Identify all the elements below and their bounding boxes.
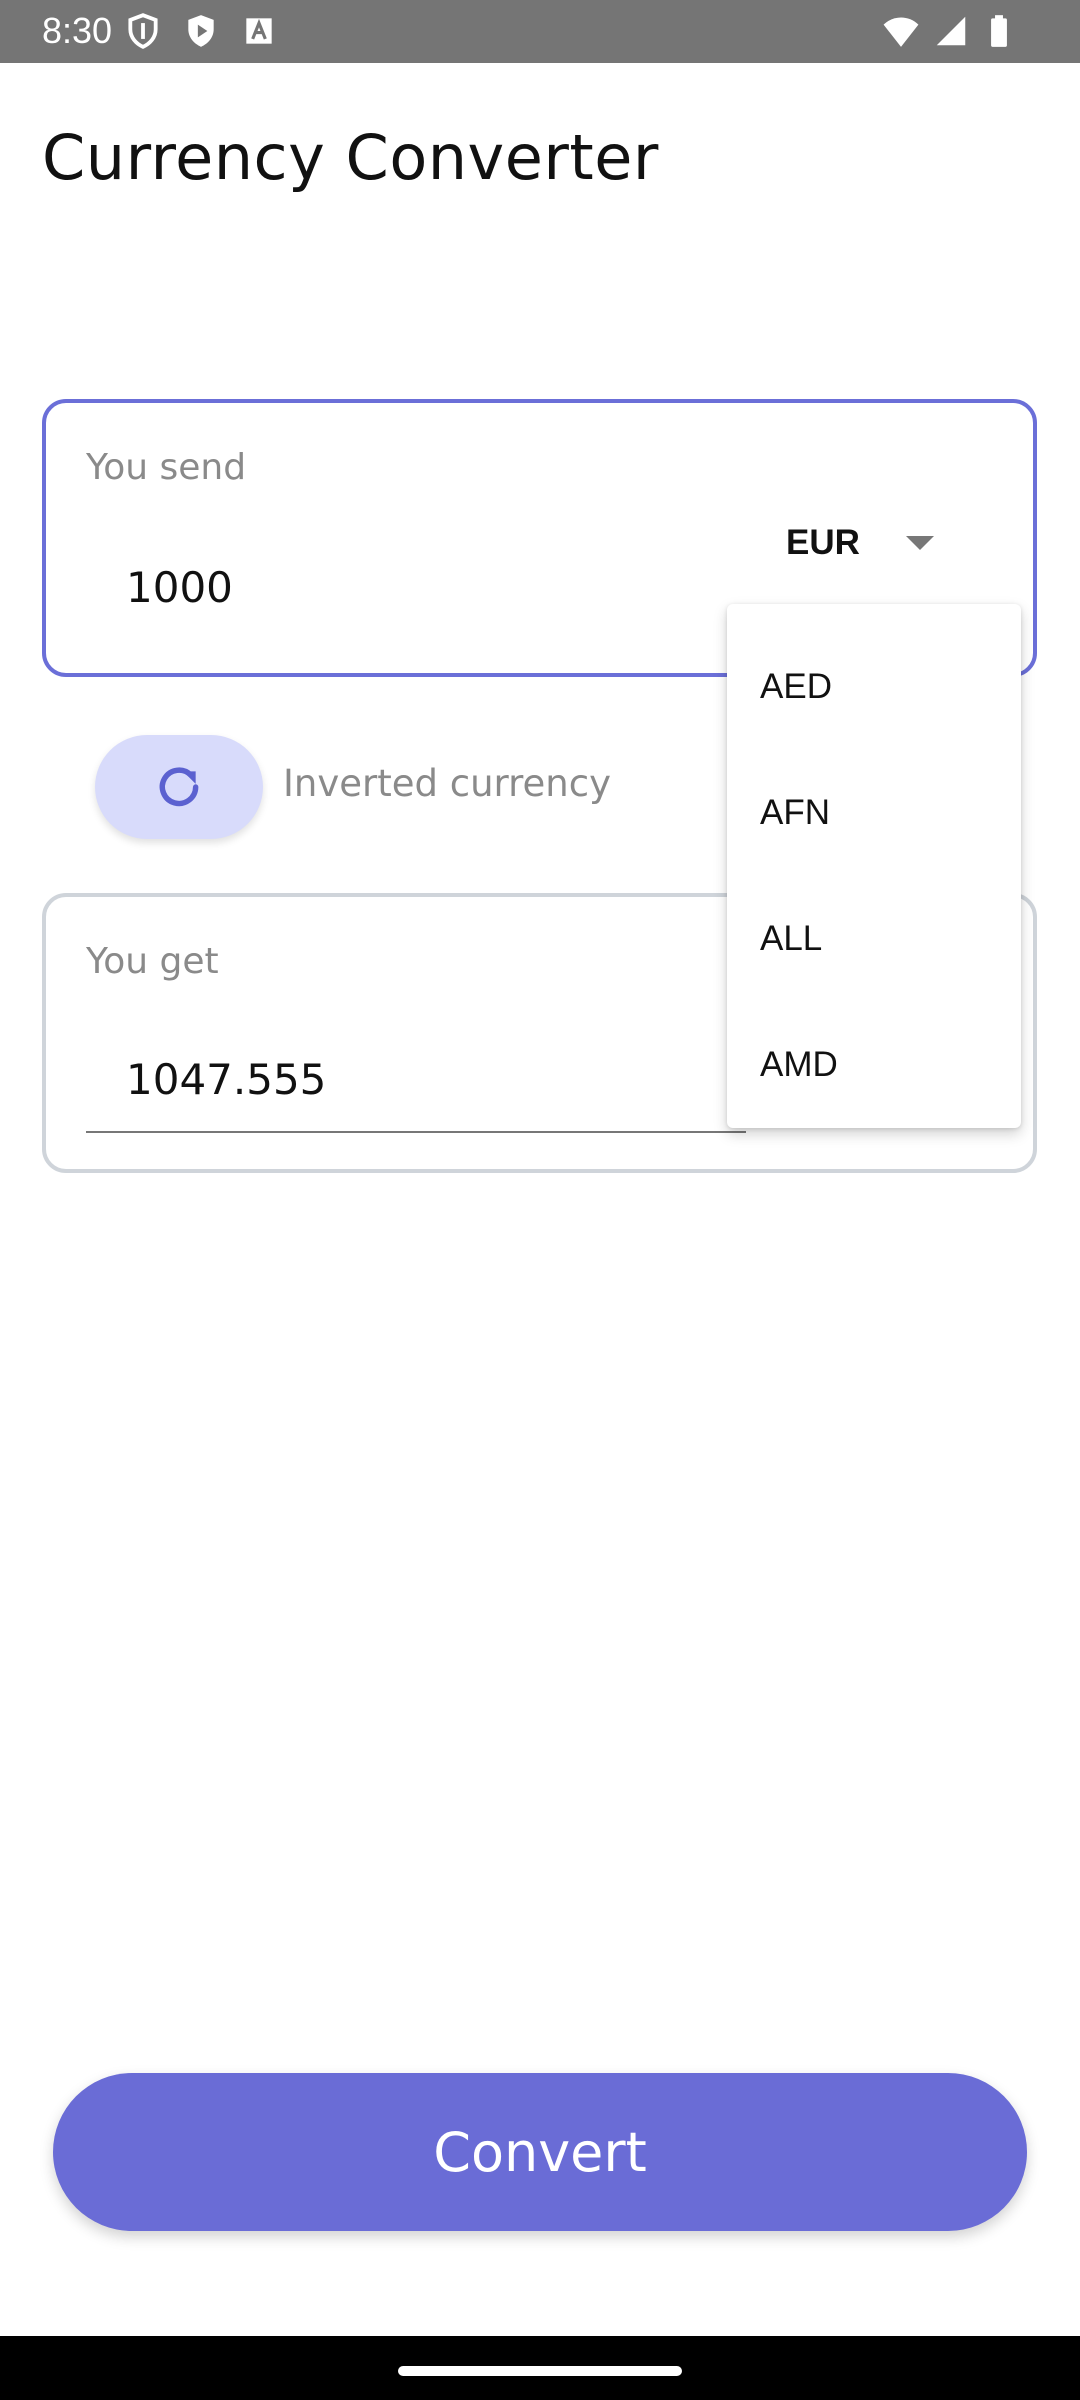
get-amount-field[interactable]: 1047.555 [126,1055,326,1104]
navigation-bar [0,2336,1080,2400]
get-label: You get [86,941,219,982]
send-label: You send [86,447,247,488]
refresh-icon [159,767,199,807]
currency-option[interactable]: AFN [727,750,1021,876]
home-indicator[interactable] [398,2366,682,2376]
chevron-down-icon [905,536,934,550]
currency-dropdown-menu: AED AFN ALL AMD [727,604,1021,1128]
send-currency-select[interactable]: EUR [786,513,976,573]
get-amount-underline [86,1131,746,1133]
battery-icon [991,15,1007,47]
page-title: Currency Converter [42,121,659,194]
send-currency-value: EUR [786,523,860,562]
signal-icon [936,16,966,46]
currency-option[interactable]: AED [727,624,1021,750]
status-time: 8:30 [42,10,113,51]
wifi-icon [883,17,919,47]
status-bar: 8:30 [0,0,1080,63]
convert-button[interactable]: Convert [53,2073,1027,2231]
play-icon [188,15,214,47]
currency-option[interactable]: ALL [727,876,1021,1002]
send-amount-input[interactable]: 1000 [126,563,233,612]
shield-icon [128,13,158,49]
font-icon [246,18,272,44]
currency-option[interactable]: AMD [727,1002,1021,1128]
invert-currency-label: Inverted currency [283,762,611,805]
invert-currency-button[interactable] [95,735,263,839]
